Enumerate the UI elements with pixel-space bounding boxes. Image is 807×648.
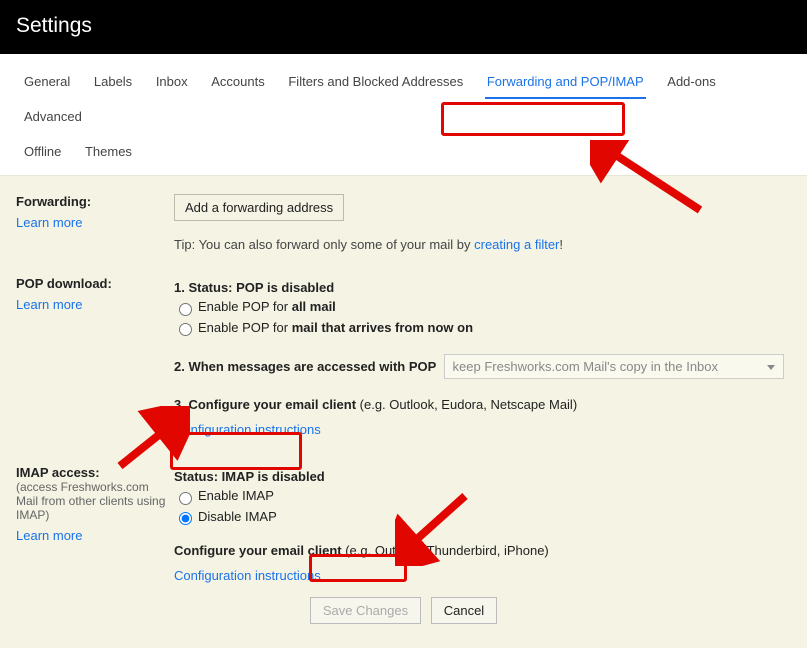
page-title: Settings [16,14,92,37]
pop-status: 1. Status: POP is disabled [174,280,791,295]
forwarding-label: Forwarding: [16,194,166,209]
pop-learn-more-link[interactable]: Learn more [16,297,82,312]
imap-config-rest: (e.g. Outlook, Thunderbird, iPhone) [342,543,549,558]
pop-config-instructions-link[interactable]: Configuration instructions [174,422,321,437]
pop-question-3-bold: 3. Configure your email client [174,397,356,412]
imap-subtext-2: Mail from other clients using [16,494,166,508]
imap-section: IMAP access: (access Freshworks.com Mail… [16,457,791,591]
tab-advanced[interactable]: Advanced [16,103,90,130]
settings-content: Forwarding: Learn more Add a forwarding … [0,176,807,648]
tab-addons[interactable]: Add-ons [659,68,723,95]
imap-config-bold: Configure your email client [174,543,342,558]
forwarding-tip-prefix: Tip: You can also forward only some of y… [174,237,474,252]
imap-disable-label: Disable IMAP [198,509,277,524]
page-header: Settings [0,0,807,54]
forwarding-learn-more-link[interactable]: Learn more [16,215,82,230]
tab-accounts[interactable]: Accounts [203,68,272,95]
pop-radio-all-mail[interactable] [179,303,192,316]
pop-option-from-now[interactable]: Enable POP for mail that arrives from no… [174,320,791,337]
tab-general[interactable]: General [16,68,78,95]
pop-question-2: 2. When messages are accessed with POP [174,359,436,374]
pop-status-value: POP is disabled [236,280,334,295]
save-changes-button[interactable]: Save Changes [310,597,421,624]
tab-forwarding-pop-imap[interactable]: Forwarding and POP/IMAP [479,68,652,95]
imap-label: IMAP access: [16,465,166,480]
pop-question-3-rest: (e.g. Outlook, Eudora, Netscape Mail) [356,397,577,412]
imap-option-enable[interactable]: Enable IMAP [174,488,791,505]
tab-inbox[interactable]: Inbox [148,68,196,95]
pop-section: POP download: Learn more 1. Status: POP … [16,268,791,457]
pop-action-select[interactable]: keep Freshworks.com Mail's copy in the I… [444,354,784,379]
imap-status: Status: IMAP is disabled [174,469,791,484]
forwarding-tip: Tip: You can also forward only some of y… [174,237,791,252]
pop-radio-from-now[interactable] [179,323,192,336]
imap-subtext-3: IMAP) [16,508,166,522]
pop-option-all-mail[interactable]: Enable POP for all mail [174,299,791,316]
imap-enable-label: Enable IMAP [198,488,274,503]
pop-opt2-prefix: Enable POP for [198,320,292,335]
tab-offline[interactable]: Offline [16,138,69,165]
pop-opt2-bold: mail that arrives from now on [292,320,473,335]
imap-config-instructions-link[interactable]: Configuration instructions [174,568,321,583]
cancel-button[interactable]: Cancel [431,597,497,624]
footer-buttons: Save Changes Cancel [16,597,791,624]
pop-label: POP download: [16,276,166,291]
imap-option-disable[interactable]: Disable IMAP [174,509,791,526]
tab-filters[interactable]: Filters and Blocked Addresses [280,68,471,95]
imap-learn-more-link[interactable]: Learn more [16,528,82,543]
imap-radio-disable[interactable] [179,512,192,525]
pop-opt1-prefix: Enable POP for [198,299,292,314]
tab-themes[interactable]: Themes [77,138,140,165]
imap-subtext-1: (access Freshworks.com [16,480,166,494]
add-forwarding-address-button[interactable]: Add a forwarding address [174,194,344,221]
pop-opt1-bold: all mail [292,299,336,314]
imap-radio-enable[interactable] [179,492,192,505]
pop-status-prefix: 1. Status: [174,280,236,295]
forwarding-section: Forwarding: Learn more Add a forwarding … [16,186,791,268]
tab-labels[interactable]: Labels [86,68,140,95]
creating-filter-link[interactable]: creating a filter [474,237,559,252]
forwarding-tip-suffix: ! [559,237,563,252]
settings-tabs: General Labels Inbox Accounts Filters an… [0,54,807,176]
